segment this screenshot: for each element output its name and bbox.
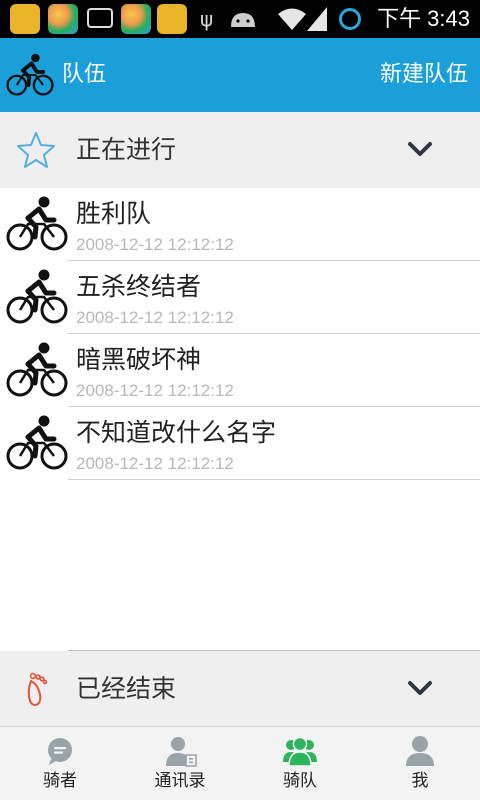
divider	[68, 479, 480, 480]
section-ongoing[interactable]: 正在进行	[0, 112, 480, 188]
team-time: 2008-12-12 12:12:12	[76, 381, 234, 400]
android-icon	[231, 13, 255, 27]
team-row[interactable]: 暗黑破坏神 2008-12-12 12:12:12	[0, 334, 480, 407]
section-ended-label: 已经结束	[76, 674, 177, 703]
bicycle-icon	[6, 52, 54, 98]
tab-me[interactable]: 我	[360, 727, 480, 800]
contacts-icon	[166, 737, 197, 767]
status-bar: ψ 下午 3:43	[0, 0, 480, 38]
team-name: 五杀终结者	[76, 272, 202, 301]
tab-label: 我	[411, 771, 429, 791]
tab-label: 骑者	[43, 771, 77, 791]
group-icon	[283, 736, 317, 767]
tab-contacts[interactable]: 通讯录	[120, 727, 240, 800]
bottom-tab-bar: 骑者 通讯录 骑队 我	[0, 726, 480, 800]
team-name: 不知道改什么名字	[76, 418, 277, 447]
tab-riders[interactable]: 骑者	[0, 727, 120, 800]
team-row[interactable]: 五杀终结者 2008-12-12 12:12:12	[0, 261, 480, 334]
person-icon	[406, 736, 434, 766]
status-clock: 下午 3:43	[377, 6, 470, 31]
section-ongoing-label: 正在进行	[76, 135, 177, 164]
tab-label: 通讯录	[154, 771, 206, 791]
team-name: 暗黑破坏神	[76, 345, 202, 374]
team-row[interactable]: 不知道改什么名字 2008-12-12 12:12:12	[0, 407, 480, 480]
ball-app-icon	[121, 4, 151, 34]
signal-icon	[307, 7, 327, 31]
bicycle-icon	[6, 196, 68, 252]
team-time: 2008-12-12 12:12:12	[76, 235, 234, 254]
chevron-down-icon[interactable]	[406, 138, 434, 162]
new-team-button[interactable]: 新建队伍	[380, 60, 468, 90]
team-time: 2008-12-12 12:12:12	[76, 308, 234, 327]
team-name: 胜利队	[76, 199, 152, 228]
bicycle-icon	[6, 269, 68, 325]
tab-label: 骑队	[283, 771, 317, 791]
footprint-icon	[27, 672, 48, 706]
message-icon	[87, 8, 113, 28]
bicycle-icon	[6, 415, 68, 471]
team-row[interactable]: 胜利队 2008-12-12 12:12:12	[0, 188, 480, 261]
section-ended[interactable]: 已经结束	[0, 651, 480, 727]
app-icon	[157, 4, 187, 34]
chevron-down-icon[interactable]	[406, 677, 434, 701]
star-icon	[17, 132, 55, 168]
team-time: 2008-12-12 12:12:12	[76, 454, 234, 473]
usb-icon: ψ	[200, 7, 214, 31]
page-title: 队伍	[62, 62, 107, 87]
tab-team[interactable]: 骑队	[240, 727, 360, 800]
title-bar: 队伍 新建队伍	[0, 38, 480, 112]
app-icon	[10, 4, 40, 34]
wifi-icon	[278, 8, 306, 30]
ball-app-icon	[48, 4, 78, 34]
sync-ring-icon	[339, 8, 361, 30]
bicycle-icon	[6, 342, 68, 398]
chat-bubble-icon	[48, 738, 72, 765]
team-list: 胜利队 2008-12-12 12:12:12 五杀终结者 2008-12-12…	[0, 188, 480, 480]
